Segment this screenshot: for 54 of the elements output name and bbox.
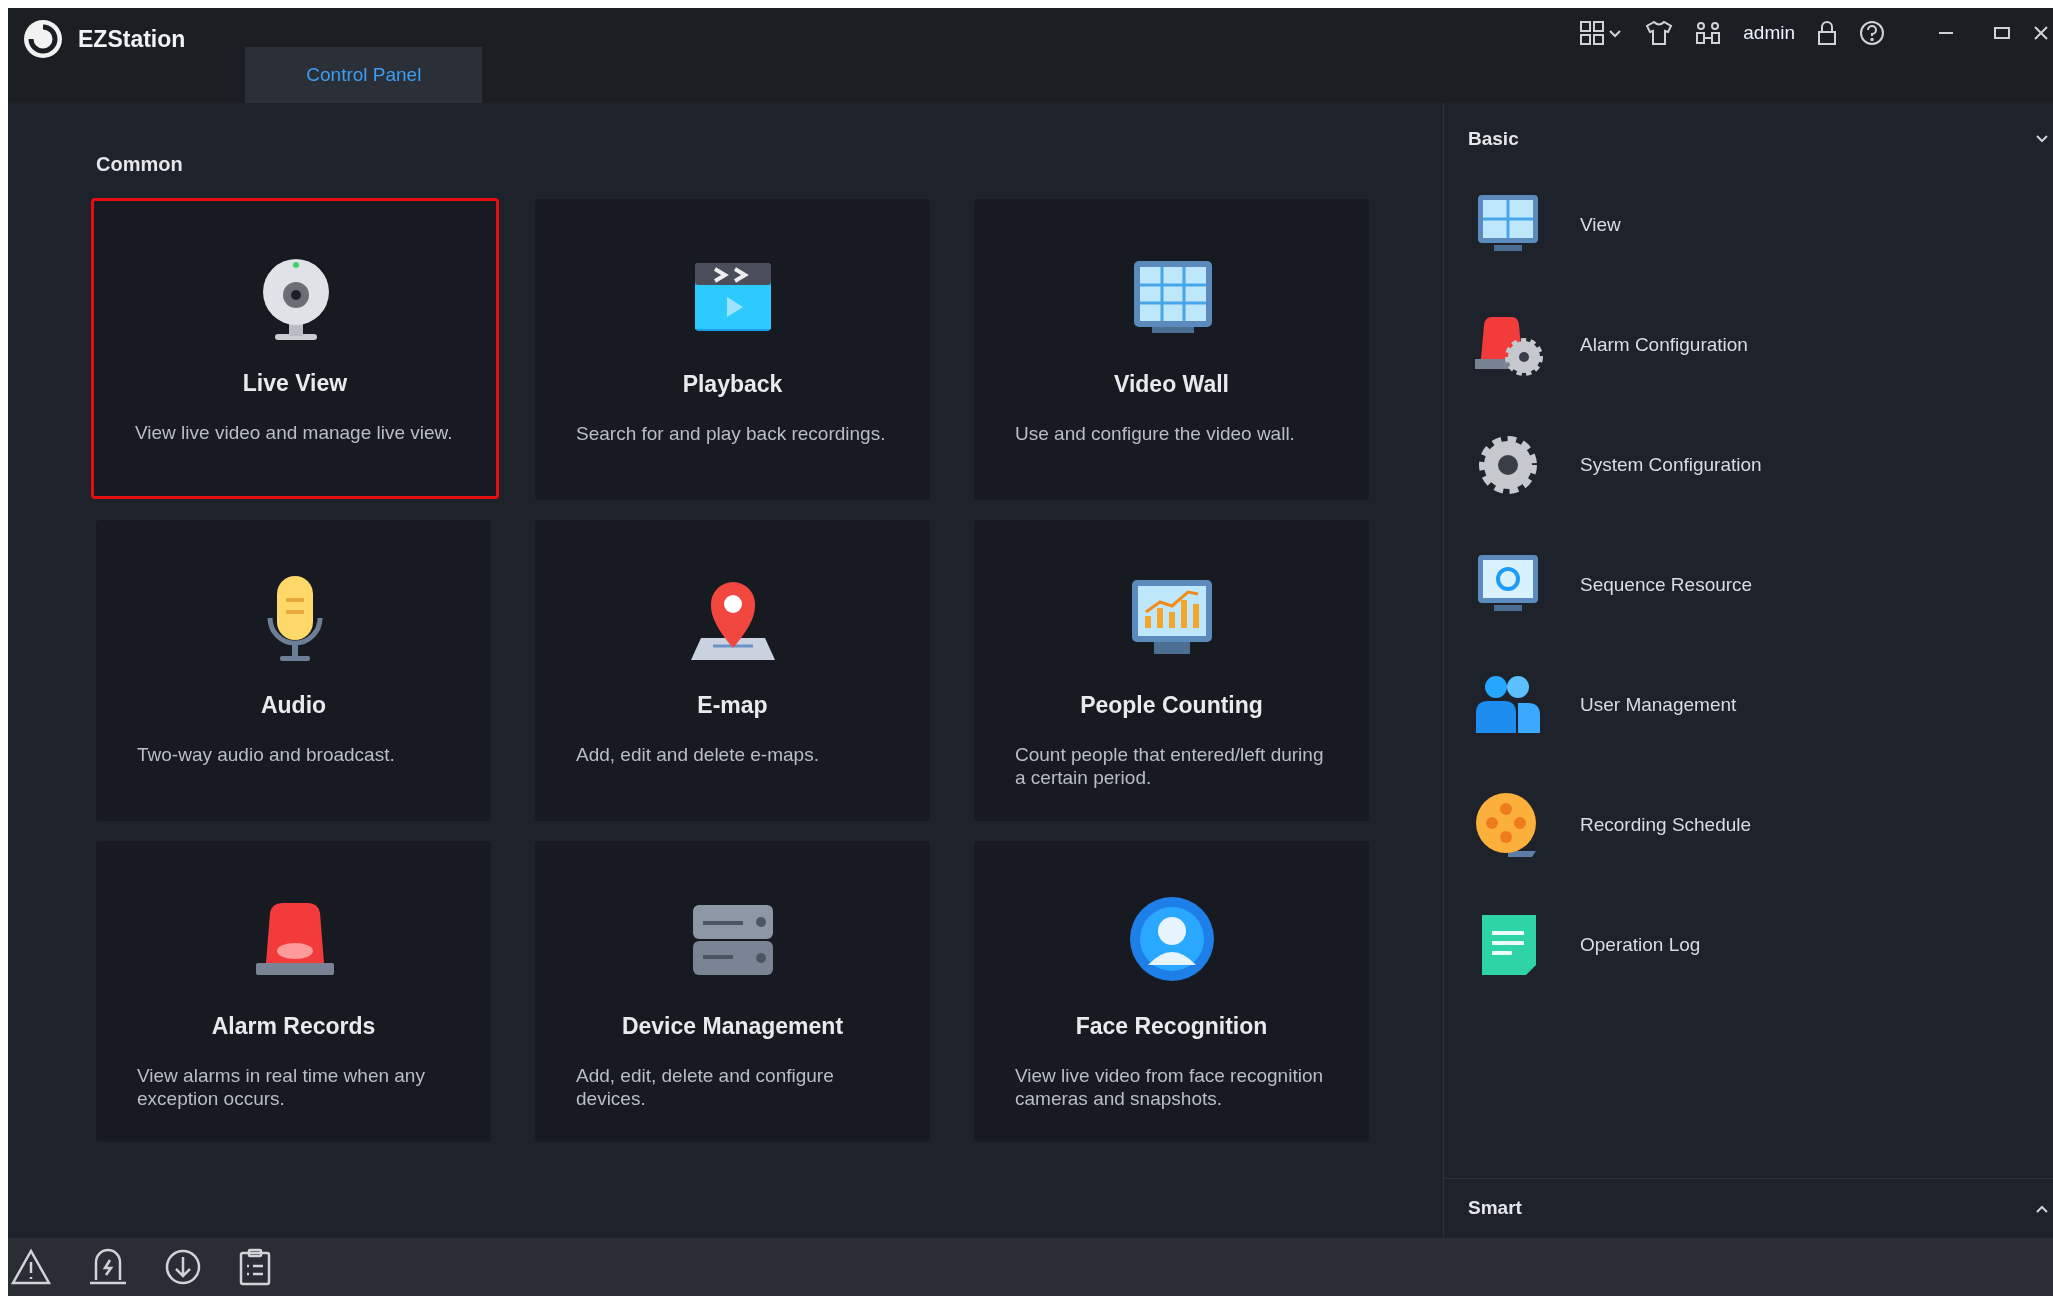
- tab[interactable]: Control Panel: [245, 47, 483, 103]
- users-icon[interactable]: [1695, 20, 1722, 46]
- card-description: Use and configure the video wall.: [1014, 421, 1296, 445]
- feature-card[interactable]: E-map Add, edit and delete e-maps.: [535, 520, 930, 821]
- card-title: E-map: [697, 691, 768, 720]
- app-name: EZStation: [78, 24, 186, 54]
- download-icon[interactable]: [164, 1248, 202, 1286]
- menu-item[interactable]: User Management: [1444, 645, 2053, 765]
- close-icon[interactable]: [2033, 25, 2049, 41]
- card-title: Alarm Records: [211, 1012, 376, 1041]
- warning-icon[interactable]: [10, 1248, 52, 1286]
- card-description: Add, edit and delete e-maps.: [575, 742, 820, 766]
- feature-card[interactable]: Alarm Records View alarms in real time when any exception occurs.: [96, 841, 491, 1142]
- lock-icon[interactable]: [1817, 20, 1837, 46]
- card-title: Audio: [260, 691, 327, 720]
- menu-item[interactable]: Recording Schedule: [1444, 765, 2053, 885]
- card-description: View alarms in real time when any exception occurs.: [136, 1063, 426, 1110]
- card-title: Face Recognition: [1075, 1012, 1268, 1041]
- clipboard-icon[interactable]: [238, 1248, 272, 1286]
- card-title: Live View: [242, 369, 348, 398]
- layout-grid-icon[interactable]: [1579, 20, 1624, 46]
- card-description: Search for and play back recordings.: [575, 421, 887, 445]
- menu-item[interactable]: View: [1444, 165, 2053, 285]
- menu-item[interactable]: Alarm Configuration: [1444, 285, 2053, 405]
- siren-icon[interactable]: [88, 1248, 128, 1286]
- feature-card[interactable]: Face Recognition View live video from face recognition cameras and snapshots.: [974, 841, 1369, 1142]
- section-title: Common: [96, 152, 184, 177]
- menu-item[interactable]: System Configuration: [1444, 405, 2053, 525]
- card-title: Playback: [682, 370, 783, 399]
- section-title: Basic: [1468, 126, 1519, 151]
- chevron-icon[interactable]: [2035, 1203, 2049, 1214]
- card-description: Two-way audio and broadcast.: [136, 742, 396, 766]
- card-description: Add, edit, delete and configure devices.: [575, 1063, 835, 1110]
- menu-item[interactable]: Sequence Resource: [1444, 525, 2053, 645]
- card-description: Count people that entered/left during a certain period.: [1014, 742, 1325, 789]
- maximize-icon[interactable]: [1993, 24, 2011, 42]
- shirt-icon[interactable]: [1645, 20, 1674, 46]
- card-title: Video Wall: [1114, 370, 1229, 399]
- feature-card[interactable]: People Counting Count people that entered/left during a certain period.: [974, 520, 1369, 821]
- card-title: People Counting: [1080, 691, 1263, 720]
- menu-item[interactable]: Operation Log: [1444, 885, 2053, 1005]
- feature-card[interactable]: Live View View live video and manage live view.: [91, 198, 499, 499]
- chevron-icon[interactable]: [2035, 134, 2049, 144]
- feature-card[interactable]: Video Wall Use and configure the video wall.: [974, 199, 1369, 500]
- feature-card[interactable]: Device Management Add, edit, delete and configure devices.: [535, 841, 930, 1142]
- feature-card[interactable]: Playback Search for and play back recordings.: [535, 199, 930, 500]
- help-icon[interactable]: [1859, 20, 1885, 46]
- app-logo: [22, 18, 64, 60]
- card-description: View live video from face recognition cameras and snapshots.: [1014, 1063, 1325, 1110]
- card-description: View live video and manage live view.: [134, 420, 454, 444]
- username[interactable]: admin: [1743, 18, 1795, 48]
- section-title: Smart: [1468, 1196, 1522, 1221]
- feature-card[interactable]: Audio Two-way audio and broadcast.: [96, 520, 491, 821]
- card-title: Device Management: [621, 1012, 844, 1041]
